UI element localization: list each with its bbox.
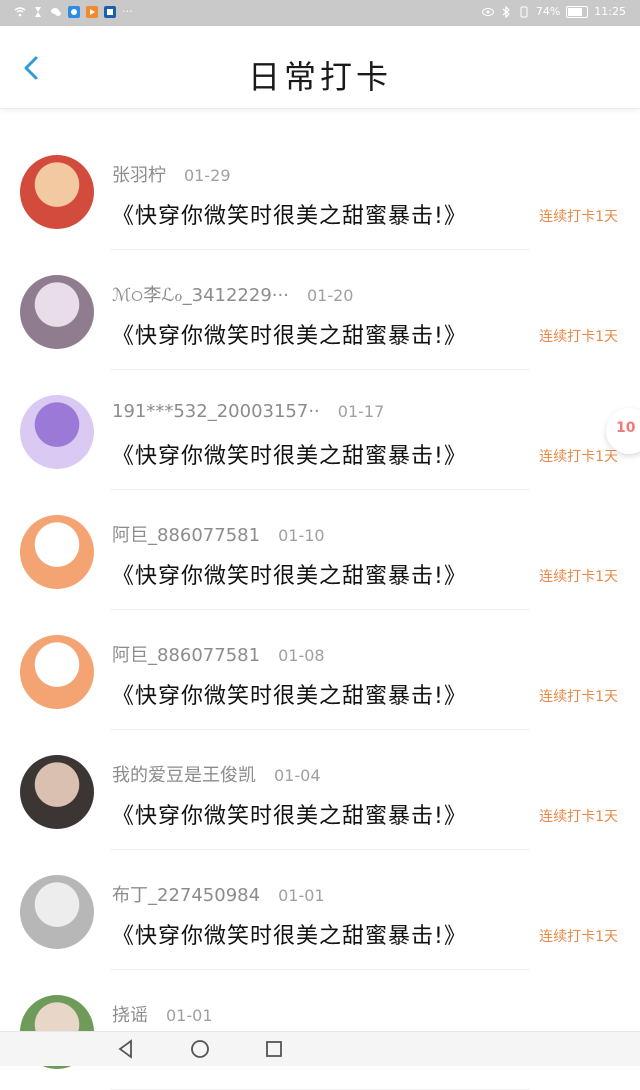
user-meta: 布丁_227450984 01-01 <box>112 881 325 907</box>
book-title[interactable]: 《快穿你微笑时很美之甜蜜暴击!》 <box>112 678 467 710</box>
username[interactable]: 挠谣 <box>112 1005 148 1026</box>
checkin-date: 01-20 <box>306 286 354 305</box>
checkin-date: 01-29 <box>184 166 231 185</box>
username[interactable]: 191***532_20003157·· <box>112 401 320 422</box>
more-icon: ··· <box>122 5 133 18</box>
system-nav-bar <box>0 1031 640 1066</box>
book-title[interactable]: 《快穿你微笑时很美之甜蜜暴击!》 <box>112 318 467 350</box>
username[interactable]: 张羽柠 <box>112 165 166 186</box>
checkin-list: 张羽柠 01-29 《快穿你微笑时很美之甜蜜暴击!》 连续打卡1天 ℳ੦李ℒℴ_3412… <box>0 130 640 1090</box>
avatar[interactable] <box>20 155 94 229</box>
avatar[interactable] <box>20 635 94 709</box>
list-item[interactable]: 阿巨_886077581 01-10 《快穿你微笑时很美之甜蜜暴击!》 连续打卡1天 <box>0 490 640 610</box>
streak-badge: 连续打卡1天 <box>539 689 618 705</box>
avatar[interactable] <box>20 875 94 949</box>
floating-badge-label: 10 <box>616 420 636 436</box>
avatar[interactable] <box>20 755 94 829</box>
mute-icon <box>520 6 528 17</box>
user-meta: 阿巨_886077581 01-08 <box>112 641 325 667</box>
list-item[interactable]: 挠谣 01-01 <box>0 970 640 1090</box>
battery-icon <box>566 5 589 18</box>
list-item[interactable]: ℳ੦李ℒℴ_3412229··· 01-20 《快穿你微笑时很美之甜蜜暴击!》 连续打… <box>0 250 640 370</box>
username[interactable]: 阿巨_886077581 <box>112 645 260 666</box>
streak-badge: 连续打卡1天 <box>539 209 618 225</box>
list-item[interactable]: 布丁_227450984 01-01 《快穿你微笑时很美之甜蜜暴击!》 连续打卡1天 <box>0 850 640 970</box>
user-meta: 阿巨_886077581 01-10 <box>112 521 325 547</box>
book-title[interactable]: 《快穿你微笑时很美之甜蜜暴击!》 <box>112 558 467 590</box>
user-meta: 我的爱豆是王俊凯 01-04 <box>112 761 321 787</box>
book-title[interactable]: 《快穿你微笑时很美之甜蜜暴击!》 <box>112 438 467 470</box>
page-title: 日常打卡 <box>247 58 392 96</box>
streak-badge: 连续打卡1天 <box>539 449 618 465</box>
username[interactable]: ℳ੦李ℒℴ_3412229··· <box>112 285 289 306</box>
user-meta: 191***532_20003157·· 01-17 <box>112 401 384 422</box>
top-app-bar: 日常打卡 <box>0 26 640 109</box>
list-item[interactable]: 阿巨_886077581 01-08 《快穿你微笑时很美之甜蜜暴击!》 连续打卡1天 <box>0 610 640 730</box>
wechat-icon <box>51 7 61 16</box>
checkin-date: 01-01 <box>166 1006 213 1025</box>
streak-badge: 连续打卡1天 <box>539 569 618 585</box>
message-icon <box>86 5 98 18</box>
username[interactable]: 布丁_227450984 <box>112 885 260 906</box>
streak-badge: 连续打卡1天 <box>539 809 618 825</box>
qq-icon <box>68 5 80 18</box>
home-circle-icon[interactable] <box>188 1037 212 1061</box>
status-bar: ··· 74% 11:25 <box>0 0 640 26</box>
status-bar-right: 74% 11:25 <box>481 5 626 18</box>
avatar[interactable] <box>20 395 94 469</box>
user-meta: 张羽柠 01-29 <box>112 161 231 187</box>
list-item[interactable]: 191***532_20003157·· 01-17 《快穿你微笑时很美之甜蜜暴击!… <box>0 370 640 490</box>
clock: 11:25 <box>594 5 626 18</box>
bluetooth-icon <box>502 5 510 18</box>
user-meta: 挠谣 01-01 <box>112 1001 213 1027</box>
avatar[interactable] <box>20 275 94 349</box>
calendar-icon <box>104 5 116 18</box>
book-title[interactable]: 《快穿你微笑时很美之甜蜜暴击!》 <box>112 918 467 950</box>
back-triangle-icon[interactable] <box>114 1037 138 1061</box>
status-bar-left: ··· <box>14 5 133 18</box>
checkin-date: 01-01 <box>278 886 325 905</box>
avatar[interactable] <box>20 515 94 589</box>
checkin-date: 01-04 <box>274 766 321 785</box>
streak-badge: 连续打卡1天 <box>539 929 618 945</box>
book-title[interactable]: 《快穿你微笑时很美之甜蜜暴击!》 <box>112 198 467 230</box>
book-title[interactable]: 《快穿你微笑时很美之甜蜜暴击!》 <box>112 798 467 830</box>
user-meta: ℳ੦李ℒℴ_3412229··· 01-20 <box>112 281 353 307</box>
wifi-icon <box>14 6 26 16</box>
eye-icon <box>481 7 494 16</box>
username[interactable]: 阿巨_886077581 <box>112 525 260 546</box>
checkin-date: 01-08 <box>278 646 325 665</box>
username[interactable]: 我的爱豆是王俊凯 <box>112 765 256 786</box>
list-item[interactable]: 我的爱豆是王俊凯 01-04 《快穿你微笑时很美之甜蜜暴击!》 连续打卡1天 <box>0 730 640 850</box>
checkin-date: 01-10 <box>278 526 325 545</box>
recent-square-icon[interactable] <box>262 1037 286 1061</box>
battery-percent: 74% <box>535 5 561 18</box>
streak-badge: 连续打卡1天 <box>539 329 618 345</box>
checkin-date: 01-17 <box>337 402 385 421</box>
list-item[interactable]: 张羽柠 01-29 《快穿你微笑时很美之甜蜜暴击!》 连续打卡1天 <box>0 130 640 250</box>
hourglass-icon <box>35 6 41 17</box>
